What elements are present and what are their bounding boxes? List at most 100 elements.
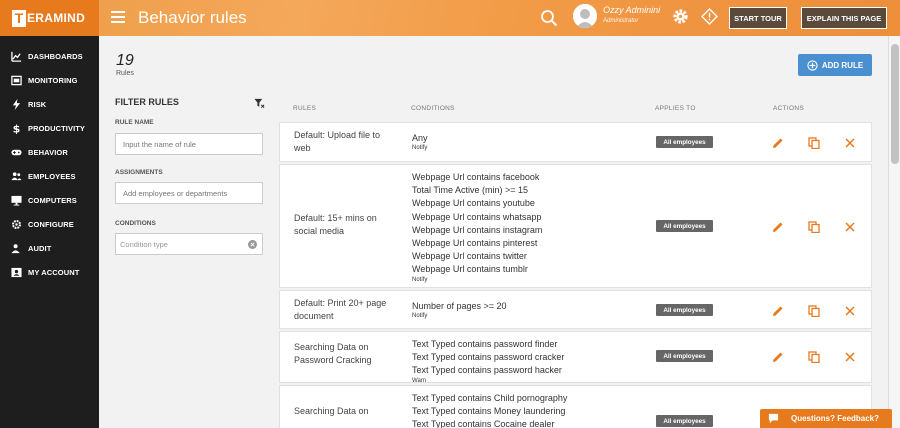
bolt-icon xyxy=(11,98,22,110)
condition-line: Text Typed contains Child pornography xyxy=(412,393,568,403)
table-row[interactable]: Default: 15+ mins on social media Webpag… xyxy=(279,164,872,288)
sidebar-item-audit[interactable]: AUDIT xyxy=(0,236,99,260)
sidebar-item-configure[interactable]: CONFIGURE xyxy=(0,212,99,236)
column-header-actions: ACTIONS xyxy=(773,105,804,112)
avatar[interactable] xyxy=(573,4,597,28)
feedback-button[interactable]: Questions? Feedback? xyxy=(760,409,892,428)
sidebar-item-label: MONITORING xyxy=(28,75,78,85)
condition-line: Webpage Url contains tumblr xyxy=(412,264,528,275)
rules-table: Default: Upload file to web Any Notify A… xyxy=(279,122,872,428)
column-header-applies-to[interactable]: APPLIES TO xyxy=(655,105,696,112)
copy-icon[interactable] xyxy=(808,350,820,364)
sidebar-item-behavior[interactable]: BEHAVIOR xyxy=(0,140,99,164)
copy-icon[interactable] xyxy=(808,220,820,234)
main-content: 19 Rules ADD RULE FILTER RULES RULE NAME… xyxy=(99,36,888,428)
applies-to-badge: All employees xyxy=(656,350,713,362)
table-row[interactable]: Default: Upload file to web Any Notify A… xyxy=(279,122,872,162)
applies-to-badge: All employees xyxy=(656,220,713,232)
dollar-icon: $ xyxy=(11,123,22,134)
column-header-rules[interactable]: RULES xyxy=(293,105,316,112)
filter-clear-icon[interactable] xyxy=(254,96,265,108)
rule-action: Warn xyxy=(412,377,427,384)
sidebar-item-employees[interactable]: EMPLOYEES xyxy=(0,164,99,188)
alert-icon[interactable] xyxy=(701,8,718,25)
rule-name[interactable]: Default: 15+ mins on social media xyxy=(294,212,399,238)
delete-x-icon[interactable] xyxy=(844,220,856,232)
rule-name[interactable]: Searching Data on xyxy=(294,405,399,418)
search-icon[interactable] xyxy=(540,9,558,27)
edit-pencil-icon[interactable] xyxy=(772,350,784,362)
condition-line: Webpage Url contains twitter xyxy=(412,251,527,262)
settings-gear-icon[interactable] xyxy=(672,8,689,25)
svg-text:$: $ xyxy=(13,123,21,134)
chat-bubble-icon xyxy=(768,413,779,424)
sidebar-item-risk[interactable]: RISK xyxy=(0,92,99,116)
condition-line: Webpage Url contains instagram xyxy=(412,224,543,235)
sidebar-item-label: AUDIT xyxy=(28,243,52,253)
copy-icon[interactable] xyxy=(808,304,820,318)
rule-name[interactable]: Default: Upload file to web xyxy=(294,129,399,155)
sidebar-item-my-account[interactable]: MY ACCOUNT xyxy=(0,260,99,284)
sidebar-item-productivity[interactable]: $ PRODUCTIVITY xyxy=(0,116,99,140)
sidebar-item-label: BEHAVIOR xyxy=(28,147,68,157)
delete-x-icon[interactable] xyxy=(844,350,856,362)
condition-line: Any xyxy=(412,133,428,143)
assignments-input[interactable] xyxy=(115,182,263,204)
monitor-icon xyxy=(11,75,22,86)
teramind-logo[interactable]: T ERAMIND xyxy=(0,0,99,36)
copy-icon[interactable] xyxy=(808,136,820,150)
table-row[interactable]: Default: Print 20+ page document Number … xyxy=(279,290,872,329)
column-header-conditions[interactable]: CONDITIONS xyxy=(411,105,455,112)
rule-conditions: Any Notify xyxy=(412,132,428,152)
rule-action: Notify xyxy=(412,145,428,152)
sidebar-item-computers[interactable]: COMPUTERS xyxy=(0,188,99,212)
chart-icon xyxy=(11,51,22,62)
applies-to-badge: All employees xyxy=(656,304,713,316)
desktop-icon xyxy=(11,195,22,206)
table-row[interactable]: Searching Data on Password Cracking Text… xyxy=(279,331,872,384)
top-header: Behavior rules Ozzy Adminini Administrat… xyxy=(99,0,900,36)
rules-count: 19 xyxy=(116,52,134,69)
sidebar-item-label: EMPLOYEES xyxy=(28,171,76,181)
condition-type-select[interactable]: Condition type xyxy=(115,233,263,255)
rule-name-input[interactable] xyxy=(115,133,263,155)
user-name[interactable]: Ozzy Adminini xyxy=(603,5,660,15)
explain-page-button[interactable]: EXPLAIN THIS PAGE xyxy=(801,7,887,29)
rule-name-label: RULE NAME xyxy=(115,119,154,126)
add-rule-button[interactable]: ADD RULE xyxy=(798,54,872,76)
sidebar: T ERAMIND DASHBOARDS MONITORING RISK $ P… xyxy=(0,0,99,428)
plus-circle-icon xyxy=(807,59,818,71)
sidebar-item-label: MY ACCOUNT xyxy=(28,267,80,277)
condition-line: Total Time Active (min) >= 15 xyxy=(412,185,529,196)
sidebar-item-dashboards[interactable]: DASHBOARDS xyxy=(0,44,99,68)
rule-name[interactable]: Default: Print 20+ page document xyxy=(294,297,399,323)
sidebar-item-label: PRODUCTIVITY xyxy=(28,123,86,133)
hamburger-menu-icon[interactable] xyxy=(111,11,125,23)
edit-pencil-icon[interactable] xyxy=(772,304,784,316)
condition-line: Webpage Url contains youtube xyxy=(412,198,535,209)
condition-line: Webpage Url contains facebook xyxy=(412,172,540,182)
condition-line: Webpage Url contains whatsapp xyxy=(412,211,542,222)
filter-title: FILTER RULES xyxy=(115,97,179,107)
edit-pencil-icon[interactable] xyxy=(772,220,784,232)
condition-line: Number of pages >= 20 xyxy=(412,301,507,311)
users-icon xyxy=(11,171,22,182)
delete-x-icon[interactable] xyxy=(844,136,856,148)
rule-conditions: Text Typed contains Child pornography Te… xyxy=(412,392,567,428)
delete-x-icon[interactable] xyxy=(844,304,856,316)
edit-pencil-icon[interactable] xyxy=(772,136,784,148)
feedback-label: Questions? Feedback? xyxy=(791,414,880,423)
gamepad-icon xyxy=(11,147,22,158)
page-scrollbar[interactable] xyxy=(888,36,900,428)
condition-type-placeholder: Condition type xyxy=(120,239,168,249)
start-tour-button[interactable]: START TOUR xyxy=(729,7,787,29)
rule-name[interactable]: Searching Data on Password Cracking xyxy=(294,341,399,367)
rule-conditions: Webpage Url contains facebook Total Time… xyxy=(412,171,542,284)
sidebar-item-monitoring[interactable]: MONITORING xyxy=(0,68,99,92)
clear-circle-icon[interactable] xyxy=(248,240,257,249)
gear-icon xyxy=(11,219,22,230)
condition-line: Text Typed contains password finder xyxy=(412,339,558,349)
logo-text: ERAMIND xyxy=(27,11,86,25)
sidebar-item-label: DASHBOARDS xyxy=(28,51,83,61)
scrollbar-thumb[interactable] xyxy=(891,44,899,164)
